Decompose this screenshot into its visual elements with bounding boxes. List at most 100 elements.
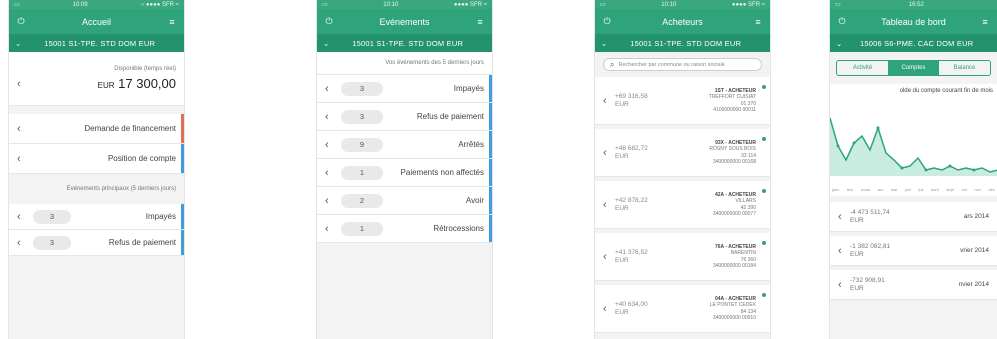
event-row[interactable]: ‹ 3 Refus de paiement xyxy=(9,230,184,256)
event-row[interactable]: ‹ 9 Arrêtés xyxy=(317,131,492,159)
status-dot xyxy=(762,189,766,193)
row-label: Rétrocessions xyxy=(433,224,484,233)
event-row[interactable]: ‹ 2 Avoir xyxy=(317,187,492,215)
power-icon[interactable]: ⏻ xyxy=(836,16,848,27)
buyer-id: 4100000000 00011 xyxy=(713,107,756,113)
month-tick: avr xyxy=(877,187,884,192)
chart-x-axis: janv févr mars avr mai juin juil août sept oct nov… xyxy=(830,187,997,196)
chart-point xyxy=(924,168,928,172)
battery-icon: ▭ xyxy=(835,2,841,8)
buyer-city: VILLARS xyxy=(735,198,756,204)
available-amount: 17 300,00 xyxy=(118,76,176,91)
account-selector[interactable]: ⌄ 15001 S1-TPE. STD DOM EUR xyxy=(9,34,184,52)
row-label: Refus de paiement xyxy=(108,238,176,247)
status-dot xyxy=(762,137,766,141)
status-time: 10:10 xyxy=(661,1,677,8)
chevron-left-icon: ‹ xyxy=(17,77,21,90)
app-bar: ⏻ Acheteurs ≡ xyxy=(595,9,770,34)
account-selector[interactable]: ⌄ 15001 S1-TPE. STD DOM EUR xyxy=(317,34,492,52)
menu-icon[interactable]: ≡ xyxy=(979,17,991,27)
financing-request-row[interactable]: ‹ Demande de financement xyxy=(9,114,184,144)
buyer-row[interactable]: ‹ +40 634,00 EUR 04A - ACHETEUR LE PONTE… xyxy=(595,285,770,333)
events-note: Vos événements des 5 derniers jours xyxy=(317,52,492,75)
chevron-left-icon: ‹ xyxy=(838,278,842,291)
count-badge: 3 xyxy=(33,235,71,250)
buyer-row[interactable]: ‹ +69 316,58 EUR 1ST - ACHETEUR TREFFORT… xyxy=(595,77,770,125)
month-tick: mars xyxy=(861,187,871,192)
status-bar: ▭ 10:10 ●●●● SFR ≈ xyxy=(595,0,770,9)
buyer-row[interactable]: ‹ +42 878,22 EUR 42A - ACHETEUR VILLARS … xyxy=(595,181,770,229)
menu-icon[interactable]: ≡ xyxy=(474,17,486,27)
chevron-left-icon: ‹ xyxy=(17,122,21,135)
account-position-row[interactable]: ‹ Position de compte xyxy=(9,144,184,174)
buyer-name: 76A - ACHETEUR xyxy=(714,243,756,250)
chevron-left-icon: ‹ xyxy=(325,222,329,235)
chevron-left-icon: ‹ xyxy=(603,146,607,159)
battery-icon: ▭ xyxy=(14,2,20,8)
menu-icon[interactable]: ≡ xyxy=(752,17,764,27)
buyer-name: 42A - ACHETEUR xyxy=(714,191,756,198)
balance-chart xyxy=(830,117,997,176)
screen-tableau-de-bord: ▭ 16:52 ⏻ Tableau de bord ≡ ⌄ 15006 S6-P… xyxy=(829,0,997,339)
chevron-left-icon: ‹ xyxy=(325,110,329,123)
available-balance-row[interactable]: Disponible (temps réel) ‹ EUR 17 300,00 xyxy=(9,52,184,106)
account-selector[interactable]: ⌄ 15001 S1-TPE. STD DOM EUR xyxy=(595,34,770,52)
buyer-id: 3400000000 00010 xyxy=(712,315,756,321)
event-row[interactable]: ‹ 3 Refus de paiement xyxy=(317,103,492,131)
chevron-left-icon: ‹ xyxy=(603,94,607,107)
chevron-left-icon: ‹ xyxy=(838,244,842,257)
tab-comptes[interactable]: Comptes xyxy=(888,61,939,75)
search-input[interactable]: ⌕ Rechercher par commune ou raison socia… xyxy=(603,58,762,71)
buyer-row[interactable]: ‹ +48 682,72 EUR 93X - ACHETEUR ROSNY SO… xyxy=(595,129,770,177)
status-time: 16:52 xyxy=(908,1,924,8)
signal-icon: ○ ●●●● SFR ≈ xyxy=(140,1,179,8)
buyer-postcode: 93 114 xyxy=(741,152,756,159)
row-label: Paiements non affectés xyxy=(400,168,484,177)
tab-activite[interactable]: Activité xyxy=(837,61,888,75)
menu-icon[interactable]: ≡ xyxy=(166,17,178,27)
monthly-row[interactable]: ‹ -4 473 511,74 EUR ars 2014 xyxy=(830,202,997,232)
signal-icon: ●●●● SFR ≈ xyxy=(731,1,765,8)
event-row[interactable]: ‹ 3 Impayés xyxy=(317,75,492,103)
signal-icon: ●●●● SFR ≈ xyxy=(453,1,487,8)
accent-bar xyxy=(181,230,184,255)
event-row[interactable]: ‹ 1 Rétrocessions xyxy=(317,215,492,243)
status-dot xyxy=(762,241,766,245)
accent-bar xyxy=(181,114,184,143)
row-label: Impayés xyxy=(145,212,176,221)
buyer-id: 3400000000 00077 xyxy=(712,211,756,217)
dashboard-tabs: Activité Comptes Balance xyxy=(836,60,991,76)
month-label: ars 2014 xyxy=(963,213,989,220)
row-label: Arrêtés xyxy=(458,140,484,149)
status-bar: ▭ 16:52 xyxy=(830,0,997,9)
accent-bar xyxy=(489,187,492,214)
tab-balance[interactable]: Balance xyxy=(939,61,990,75)
screen-accueil: ▭ 10:09 ○ ●●●● SFR ≈ ⏻ Accueil ≡ ⌄ 15001… xyxy=(8,0,185,339)
account-selector[interactable]: ⌄ 15006 S6-PME. CAC DOM EUR xyxy=(830,34,997,52)
accent-bar xyxy=(181,204,184,229)
chart-title: olde du compte courant fin de mois xyxy=(899,88,993,94)
buyer-city: ROSNY SOUS BOIS xyxy=(709,146,756,152)
screen-acheteurs: ▭ 10:10 ●●●● SFR ≈ ⏻ Acheteurs ≡ ⌄ 15001… xyxy=(594,0,771,339)
account-label: 15006 S6-PME. CAC DOM EUR xyxy=(859,38,974,48)
buyer-row[interactable]: ‹ +41 376,52 EUR 76A - ACHETEUR BARENTIN… xyxy=(595,233,770,281)
chevron-left-icon: ‹ xyxy=(325,194,329,207)
screen-evenements: ▭ 10:10 ●●●● SFR ≈ ⏻ Evénements ≡ ⌄ 1500… xyxy=(316,0,493,339)
month-tick: juin xyxy=(904,187,911,192)
currency: EUR xyxy=(97,81,115,90)
chevron-left-icon: ‹ xyxy=(603,302,607,315)
power-icon[interactable]: ⏻ xyxy=(323,16,335,27)
monthly-list: ‹ -4 473 511,74 EUR ars 2014 ‹ -1 382 08… xyxy=(830,202,997,300)
page-title: Acheteurs xyxy=(662,16,703,27)
section-heading: Evénements principaux (5 derniers jours) xyxy=(66,186,176,192)
power-icon[interactable]: ⏻ xyxy=(15,16,27,27)
buyer-amount: +69 316,58 xyxy=(615,92,648,100)
status-time: 10:10 xyxy=(383,1,399,8)
event-row[interactable]: ‹ 3 Impayés xyxy=(9,204,184,230)
event-row[interactable]: ‹ 1 Paiements non affectés xyxy=(317,159,492,187)
monthly-row[interactable]: ‹ -732 908,91 EUR nvier 2014 xyxy=(830,270,997,300)
month-label: nvier 2014 xyxy=(958,281,989,288)
month-tick: nov xyxy=(974,187,981,192)
power-icon[interactable]: ⏻ xyxy=(601,16,613,27)
monthly-row[interactable]: ‹ -1 382 082,81 EUR vrier 2014 xyxy=(830,236,997,266)
